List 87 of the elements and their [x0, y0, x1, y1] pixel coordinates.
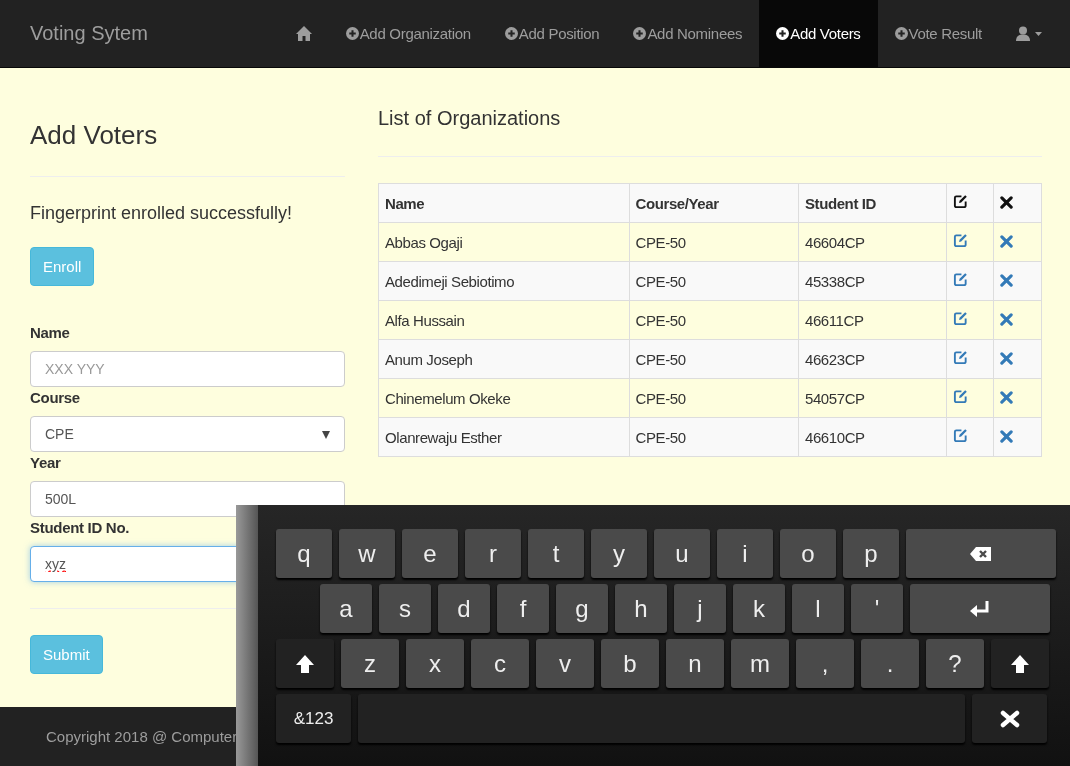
field-label: Student ID No. — [30, 519, 131, 538]
nav-link[interactable]: Vote Result — [877, 0, 999, 67]
keyboard-key[interactable]: b — [601, 639, 659, 688]
edit-icon[interactable] — [953, 194, 968, 209]
keyboard-key[interactable]: m — [731, 639, 789, 688]
field-label: Year — [30, 454, 62, 473]
keyboard-key[interactable]: . — [861, 639, 919, 688]
shift-icon — [294, 653, 316, 674]
close-key[interactable] — [972, 694, 1047, 743]
delete-icon[interactable] — [1000, 195, 1013, 209]
keyboard-key[interactable]: j — [674, 584, 726, 633]
keyboard-key[interactable]: ? — [926, 639, 984, 688]
table-cell: Alfa Hussain — [378, 300, 629, 340]
column-header: Student ID — [798, 183, 947, 223]
keyboard-key[interactable]: , — [796, 639, 854, 688]
nav-link[interactable]: Add Voters — [759, 0, 878, 67]
keyboard-key[interactable]: i — [717, 529, 773, 578]
copyright-text: Copyright 2018 @ Computer — [46, 728, 238, 745]
keyboard-key[interactable]: c — [471, 639, 529, 688]
keyboard-key[interactable]: f — [497, 584, 549, 633]
keyboard-key[interactable]: s — [379, 584, 431, 633]
plus-circle-icon — [633, 27, 647, 40]
plus-circle-icon — [894, 27, 908, 40]
table-cell: CPE-50 — [629, 339, 799, 379]
nav-link[interactable]: Add Nominees — [616, 0, 760, 67]
keyboard-key[interactable]: d — [438, 584, 490, 633]
plus-circle-icon — [776, 27, 790, 40]
table-cell: 46604CP — [798, 222, 947, 262]
nav-link[interactable]: Add Organization — [328, 0, 488, 67]
keyboard-key[interactable]: &123 — [276, 694, 351, 743]
plus-circle-icon — [345, 27, 359, 40]
keyboard-key[interactable]: g — [556, 584, 608, 633]
keyboard-key[interactable]: w — [339, 529, 395, 578]
table-cell: CPE-50 — [629, 378, 799, 418]
user-icon — [1016, 26, 1030, 41]
keyboard-key[interactable]: a — [320, 584, 372, 633]
caret-icon — [322, 429, 330, 439]
shift-icon — [1009, 653, 1031, 674]
shift-key[interactable] — [276, 639, 334, 688]
column-header: Course/Year — [629, 183, 799, 223]
plus-circle-icon — [504, 27, 518, 40]
close-icon — [998, 708, 1021, 729]
course-dropdown[interactable]: CPE — [30, 416, 345, 452]
keyboard-key[interactable]: l — [792, 584, 844, 633]
enter-icon — [969, 598, 991, 619]
keyboard-key[interactable]: y — [591, 529, 647, 578]
table-cell: CPE-50 — [629, 222, 799, 262]
table-cell: Chinemelum Okeke — [378, 378, 629, 418]
keyboard-key[interactable]: x — [406, 639, 464, 688]
keyboard-key[interactable]: o — [780, 529, 836, 578]
keyboard-key[interactable]: h — [615, 584, 667, 633]
keyboard-key[interactable]: z — [341, 639, 399, 688]
keyboard-key[interactable]: u — [654, 529, 710, 578]
keyboard-key[interactable]: e — [402, 529, 458, 578]
home-icon — [295, 26, 312, 41]
table-cell: 54057CP — [798, 378, 947, 418]
input-field[interactable]: XXX YYY — [30, 351, 345, 387]
keyboard-key[interactable]: t — [528, 529, 584, 578]
table-cell: 46623CP — [798, 339, 947, 379]
keyboard-key[interactable]: n — [666, 639, 724, 688]
keyboard-key[interactable]: q — [276, 529, 332, 578]
table-cell: 46610CP — [798, 417, 947, 457]
keyboard-key[interactable]: v — [536, 639, 594, 688]
backspace-key[interactable] — [906, 529, 1056, 578]
keyboard-key[interactable]: ' — [851, 584, 903, 633]
table-cell: Olanrewaju Esther — [378, 417, 629, 457]
table-cell: 46611CP — [798, 300, 947, 340]
table-cell: CPE-50 — [629, 300, 799, 340]
field-label: Name — [30, 324, 71, 343]
shift-key[interactable] — [991, 639, 1049, 688]
keyboard-key[interactable]: p — [843, 529, 899, 578]
keyboard-key[interactable]: r — [465, 529, 521, 578]
table-cell: 45338CP — [798, 261, 947, 301]
caret-icon — [1035, 31, 1042, 36]
field-label: Course — [30, 389, 81, 408]
table-cell: Anum Joseph — [378, 339, 629, 379]
page-title: Add Voters — [30, 120, 159, 150]
table-cell: Abbas Ogaji — [378, 222, 629, 262]
nav-link[interactable]: Add Position — [487, 0, 617, 67]
table-cell: CPE-50 — [629, 261, 799, 301]
table-title: List of Organizations — [378, 106, 562, 130]
success-message: Fingerprint enrolled successfully! — [30, 203, 294, 224]
table-cell: Adedimeji Sebiotimo — [378, 261, 629, 301]
keyboard-key[interactable]: k — [733, 584, 785, 633]
brand-title[interactable]: Voting Sytem — [30, 22, 279, 45]
table-cell: CPE-50 — [629, 417, 799, 457]
column-header: Name — [378, 183, 629, 223]
